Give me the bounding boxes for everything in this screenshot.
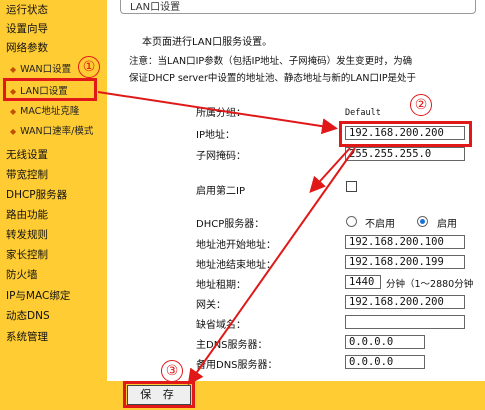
second-ip-checkbox[interactable] [346, 181, 357, 192]
secondary-dns-input[interactable]: 0.0.0.0 [345, 355, 425, 369]
sidebar-item[interactable]: 系统管理 [6, 330, 48, 344]
pool-start-label: 地址池开始地址： [196, 240, 276, 251]
note-line-2: 保证DHCP server中设置的地址池、静态地址与新的LAN口IP是处于 [129, 73, 417, 84]
pool-end-input[interactable]: 192.168.200.199 [345, 255, 465, 269]
sidebar-item[interactable]: 网络参数 [6, 41, 48, 55]
gateway-input[interactable]: 192.168.200.200 [345, 295, 465, 309]
dns2-label: 备用DNS服务器： [196, 360, 278, 371]
intro-text: 本页面进行LAN口服务设置。 [142, 37, 273, 48]
sidebar-item-label: 防火墙 [6, 269, 38, 281]
sidebar-item-label: WAN口设置 [20, 64, 72, 75]
sidebar-item[interactable]: 家长控制 [6, 248, 48, 262]
lease-time-input[interactable]: 1440 [345, 275, 381, 289]
dhcp-enable-radio[interactable] [417, 216, 428, 227]
sidebar-item[interactable]: 防火墙 [6, 268, 38, 282]
sidebar-item-label: 无线设置 [6, 149, 48, 161]
sidebar-item-label: 路由功能 [6, 209, 48, 221]
sidebar-item[interactable]: 带宽控制 [6, 168, 48, 182]
dhcp-label: DHCP服务器： [196, 219, 265, 230]
step-3-marker: ③ [161, 360, 183, 382]
ip-label: IP地址： [196, 130, 235, 141]
sidebar-item-label: 带宽控制 [6, 169, 48, 181]
sidebar-item[interactable]: IP与MAC绑定 [6, 289, 70, 303]
bullet-icon: ◆ [10, 127, 17, 136]
sidebar-item[interactable]: 无线设置 [6, 148, 48, 162]
dhcp-disable-label: 不启用 [365, 219, 395, 230]
sidebar-item[interactable]: 设置向导 [6, 22, 48, 36]
pool-end-label: 地址池结束地址： [196, 260, 276, 271]
primary-dns-input[interactable]: 0.0.0.0 [345, 335, 425, 349]
step-1-marker: ① [78, 56, 100, 78]
sidebar-item-label: 动态DNS [6, 310, 50, 322]
note-line-1: 注意：当LAN口IP参数（包括IP地址、子网掩码）发生变更时，为确 [129, 56, 413, 67]
sidebar-item-label: 设置向导 [6, 23, 48, 35]
pool-start-input[interactable]: 192.168.200.100 [345, 235, 465, 249]
domain-label: 缺省域名： [196, 320, 246, 331]
sidebar-item-label: 家长控制 [6, 249, 48, 261]
sidebar-item[interactable]: ◆ MAC地址克隆 [10, 105, 79, 119]
sidebar-item[interactable]: ◆ WAN口速率/模式 [10, 125, 93, 139]
sidebar-item[interactable]: 转发规则 [6, 228, 48, 242]
save-button-highlight [123, 381, 195, 408]
sidebar-item[interactable]: DHCP服务器 [6, 188, 67, 202]
sidebar-item-label: 网络参数 [6, 42, 48, 54]
bullet-icon: ◆ [10, 65, 17, 74]
sidebar-item-label: MAC地址克隆 [20, 106, 80, 117]
sidebar-item-label: IP与MAC绑定 [6, 290, 71, 302]
sidebar-item-label: 运行状态 [6, 4, 48, 16]
dns1-label: 主DNS服务器： [196, 340, 268, 351]
lease-label: 地址租期： [196, 280, 246, 291]
group-value: Default [345, 108, 381, 118]
default-domain-input[interactable] [345, 315, 465, 329]
sidebar-item[interactable]: 动态DNS [6, 309, 50, 323]
sidebar-item-label: WAN口速率/模式 [20, 126, 94, 137]
second-ip-label: 启用第二IP [196, 186, 245, 197]
sidebar-item[interactable]: ◆ WAN口设置 [10, 63, 71, 77]
lease-unit-text: 分钟（1～2880分钟 [386, 279, 474, 290]
ip-field-highlight [339, 121, 472, 147]
dhcp-disable-radio[interactable] [346, 216, 357, 227]
page-title-tab: LAN口设置 [120, 0, 476, 14]
sidebar-item[interactable]: 路由功能 [6, 208, 48, 222]
bullet-icon: ◆ [10, 107, 17, 116]
lan-item-highlight [3, 78, 97, 101]
page-title: LAN口设置 [130, 2, 181, 13]
subnet-mask-input[interactable]: 255.255.255.0 [345, 147, 465, 161]
step-2-marker: ② [410, 94, 432, 116]
sidebar-item-label: 系统管理 [6, 331, 48, 343]
group-label: 所属分组： [196, 108, 246, 119]
mask-label: 子网掩码： [196, 151, 246, 162]
sidebar-item[interactable]: 运行状态 [6, 3, 48, 17]
sidebar-item-label: DHCP服务器 [6, 189, 68, 201]
sidebar-item-label: 转发规则 [6, 229, 48, 241]
dhcp-enable-label: 启用 [437, 219, 457, 230]
gateway-label: 网关： [196, 300, 226, 311]
